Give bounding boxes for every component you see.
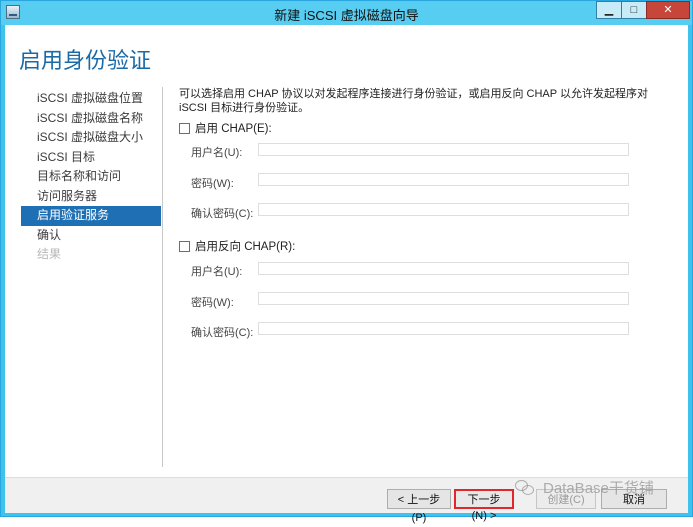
- chap-username-label: 用户名(U):: [191, 147, 243, 159]
- watermark-text: DataBase干货铺: [543, 480, 654, 497]
- nav-item-enable-auth[interactable]: 启用验证服务: [21, 206, 161, 226]
- wechat-icon: [515, 479, 535, 496]
- reverse-chap-password-label: 密码(W):: [191, 297, 234, 309]
- reverse-chap-password-input[interactable]: [258, 292, 629, 305]
- description-text: 可以选择启用 CHAP 协议以对发起程序连接进行身份验证，或启用反向 CHAP …: [179, 88, 648, 114]
- enable-chap-row[interactable]: 启用 CHAP(E):: [179, 120, 272, 136]
- reverse-chap-confirm-password-input[interactable]: [258, 322, 629, 335]
- chap-confirm-password-input[interactable]: [258, 203, 629, 216]
- title-bar[interactable]: 新建 iSCSI 虚拟磁盘向导 ▁ □ ✕: [1, 1, 692, 25]
- wizard-window: 新建 iSCSI 虚拟磁盘向导 ▁ □ ✕ 启用身份验证 iSCSI 虚拟磁盘位…: [0, 0, 693, 524]
- close-icon: ✕: [663, 4, 673, 16]
- wizard-body: 启用身份验证 iSCSI 虚拟磁盘位置 iSCSI 虚拟磁盘名称 iSCSI 虚…: [5, 25, 688, 524]
- enable-reverse-chap-checkbox[interactable]: [179, 240, 190, 252]
- nav-divider: [162, 87, 163, 467]
- watermark: DataBase干货铺: [515, 477, 654, 498]
- nav-item-disk-name[interactable]: iSCSI 虚拟磁盘名称: [21, 109, 161, 129]
- nav-item-disk-location[interactable]: iSCSI 虚拟磁盘位置: [21, 89, 161, 109]
- enable-chap-label[interactable]: 启用 CHAP(E):: [195, 120, 272, 136]
- nav-item-disk-size[interactable]: iSCSI 虚拟磁盘大小: [21, 128, 161, 148]
- chap-confirm-password-label: 确认密码(C):: [191, 208, 254, 220]
- nav-item-confirmation[interactable]: 确认: [21, 226, 161, 246]
- nav-item-access-servers[interactable]: 访问服务器: [21, 187, 161, 207]
- close-button[interactable]: ✕: [646, 1, 690, 19]
- maximize-button[interactable]: □: [621, 1, 647, 19]
- reverse-chap-username-label: 用户名(U):: [191, 266, 243, 278]
- nav-item-target-name-access[interactable]: 目标名称和访问: [21, 167, 161, 187]
- previous-button[interactable]: < 上一步(P): [387, 489, 451, 524]
- nav-item-results: 结果: [37, 247, 62, 261]
- nav-item-iscsi-target[interactable]: iSCSI 目标: [21, 148, 161, 168]
- minimize-button[interactable]: ▁: [596, 1, 622, 19]
- wizard-steps-nav: iSCSI 虚拟磁盘位置 iSCSI 虚拟磁盘名称 iSCSI 虚拟磁盘大小 i…: [21, 89, 161, 265]
- chap-username-input[interactable]: [258, 143, 629, 156]
- reverse-chap-username-input[interactable]: [258, 262, 629, 275]
- page-title: 启用身份验证: [19, 48, 152, 73]
- chap-password-label: 密码(W):: [191, 178, 234, 190]
- enable-reverse-chap-label[interactable]: 启用反向 CHAP(R):: [195, 238, 295, 254]
- chap-password-input[interactable]: [258, 173, 629, 186]
- minimize-icon: ▁: [604, 4, 614, 16]
- window-title: 新建 iSCSI 虚拟磁盘向导: [274, 8, 419, 23]
- enable-reverse-chap-row[interactable]: 启用反向 CHAP(R):: [179, 238, 295, 254]
- enable-chap-checkbox[interactable]: [179, 122, 190, 134]
- reverse-chap-confirm-password-label: 确认密码(C):: [191, 327, 254, 339]
- maximize-icon: □: [630, 4, 638, 16]
- next-button[interactable]: 下一步(N) >: [454, 489, 514, 522]
